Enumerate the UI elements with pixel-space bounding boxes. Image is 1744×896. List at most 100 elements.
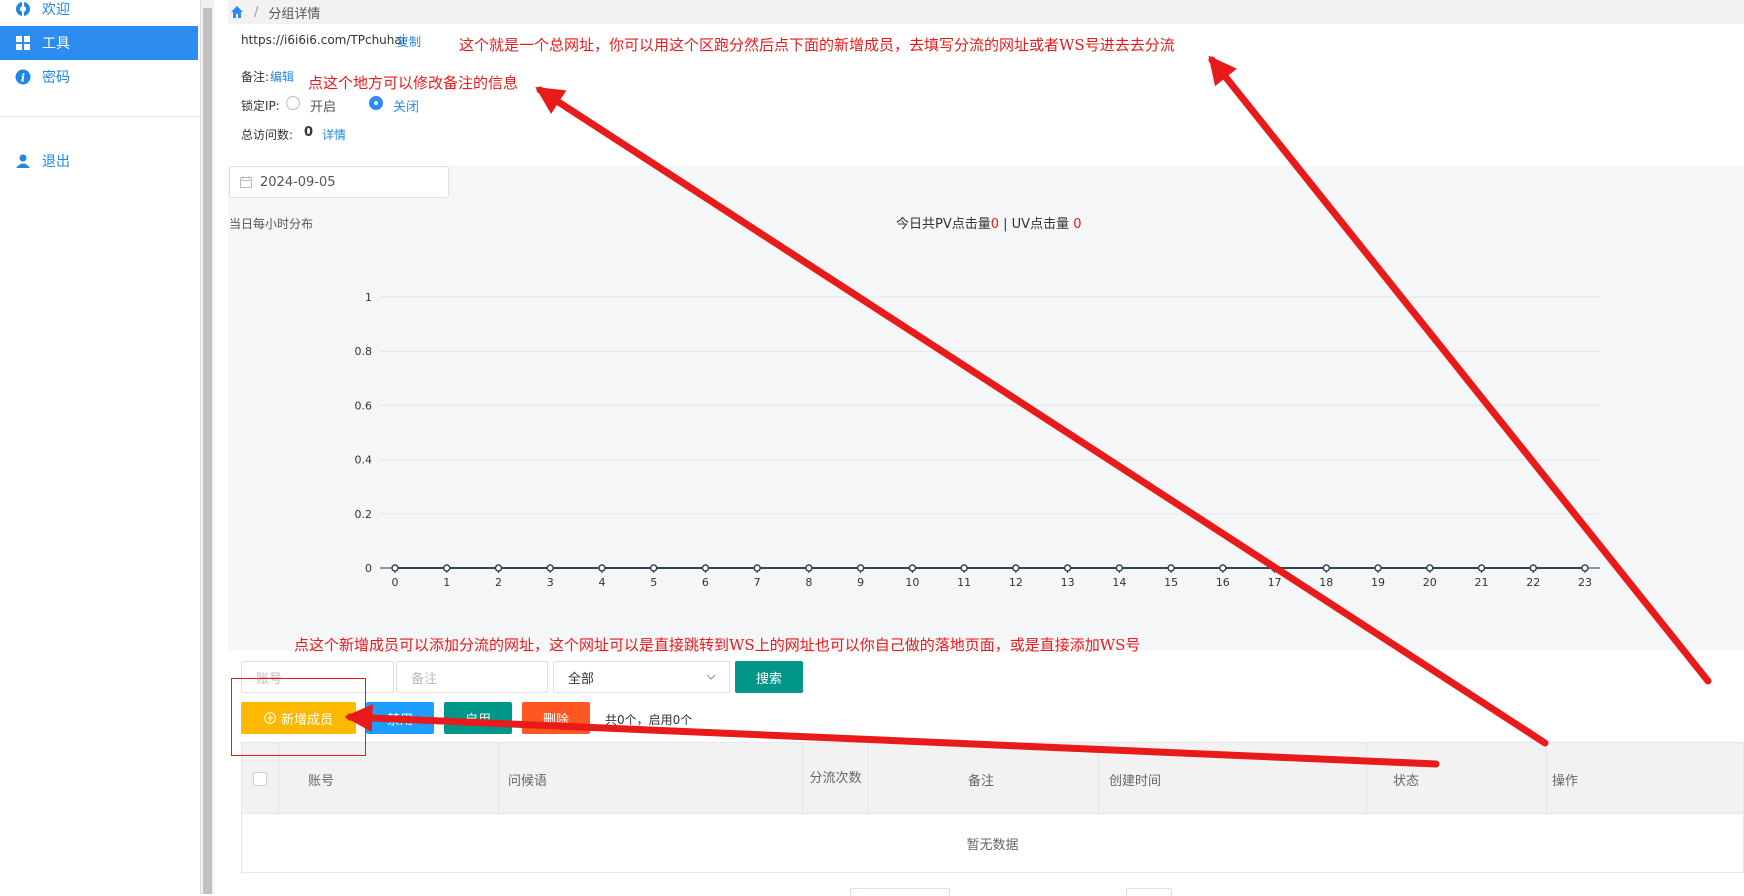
data-point xyxy=(1322,564,1331,572)
x-tick-label: 17 xyxy=(1268,576,1282,589)
data-point xyxy=(960,564,968,572)
empty-text: 暂无数据 xyxy=(966,837,1019,853)
x-tick-label: 22 xyxy=(1526,576,1540,589)
pagination-size-select[interactable] xyxy=(850,888,950,896)
sidebar-item-welcome[interactable]: 欢迎 xyxy=(0,0,198,26)
enable-button[interactable]: 启用 xyxy=(444,702,512,734)
x-tick-label: 12 xyxy=(1009,576,1023,589)
annotation-highlight-box xyxy=(231,678,366,756)
data-point xyxy=(1477,564,1486,572)
data-point xyxy=(908,564,917,572)
scrollbar-thumb[interactable] xyxy=(203,8,212,894)
data-point xyxy=(1374,564,1382,572)
x-tick-label: 3 xyxy=(547,576,554,589)
calendar-icon xyxy=(240,176,252,188)
hourly-line-chart: 00.20.40.60.810 1 2 3 4 5 6 7 8 9 10 11 12 13 14 15 16 17… xyxy=(355,291,1600,589)
y-tick-label: 0.4 xyxy=(355,454,373,467)
y-tick-label: 0 xyxy=(365,562,372,575)
breadcrumb-current: 分组详情 xyxy=(268,6,321,22)
home-icon[interactable] xyxy=(230,5,244,19)
column-header-created-time[interactable]: 创建时间 xyxy=(1109,743,1161,815)
lock-ip-off-radio[interactable] xyxy=(369,96,383,110)
chart-title: 今日共PV点击量0 | UV点击量 0 xyxy=(896,213,1082,232)
welcome-icon xyxy=(14,0,32,18)
lock-ip-label: 锁定IP: xyxy=(241,99,280,113)
data-point xyxy=(649,564,658,572)
data-point xyxy=(1167,564,1175,572)
data-point xyxy=(1270,564,1279,572)
x-tick-label: 2 xyxy=(495,576,502,589)
y-tick-label: 1 xyxy=(365,291,372,304)
total-visits-label: 总访问数: xyxy=(241,128,294,142)
pv-label: 今日共PV点击量 xyxy=(896,217,991,232)
x-tick-label: 0 xyxy=(392,576,399,589)
annotation-add-note: 点这个新增成员可以添加分流的网址，这个网址可以是直接跳转到WS上的网址也可以你自… xyxy=(294,636,1141,654)
remark-edit-link[interactable]: 编辑 xyxy=(270,68,294,85)
info-icon: i xyxy=(14,68,32,86)
column-header-remark[interactable]: 备注 xyxy=(868,743,1094,815)
data-point xyxy=(753,564,761,572)
sidebar: 欢迎 工具 i 密码 退出 xyxy=(0,0,200,894)
y-tick-label: 0.2 xyxy=(355,508,373,521)
lock-ip-on-radio[interactable] xyxy=(286,96,300,110)
x-tick-label: 23 xyxy=(1578,576,1592,589)
lock-ip-on-label[interactable]: 开启 xyxy=(310,96,336,115)
column-header-status[interactable]: 状态 xyxy=(1366,743,1446,815)
chevron-down-icon xyxy=(705,671,717,687)
x-tick-label: 20 xyxy=(1423,576,1437,589)
pagination-jump-input[interactable] xyxy=(1126,888,1172,896)
data-point xyxy=(805,564,813,572)
y-tick-label: 0.6 xyxy=(355,399,373,412)
breadcrumb-separator: / xyxy=(254,4,259,20)
sidebar-item-label: 退出 xyxy=(42,154,70,170)
pv-value: 0 xyxy=(990,217,1000,232)
data-point xyxy=(856,564,865,572)
x-tick-label: 15 xyxy=(1164,576,1178,589)
search-button[interactable]: 搜索 xyxy=(735,661,803,693)
x-tick-label: 21 xyxy=(1475,576,1489,589)
copy-link[interactable]: 复制 xyxy=(397,33,421,50)
total-visits-value: 0 xyxy=(304,125,314,140)
table-header: 账号 问候语 分流次数 备注 创建时间 状态 操作 xyxy=(241,742,1744,815)
data-point xyxy=(546,564,554,572)
select-all-checkbox[interactable] xyxy=(253,772,267,786)
annotation-url-note: 这个就是一个总网址，你可以用这个区跑分然后点下面的新增成员，去填写分流的网址或者… xyxy=(459,36,1175,54)
remark-input[interactable]: 备注 xyxy=(396,661,548,693)
annotation-remark-note: 点这个地方可以修改备注的信息 xyxy=(308,74,519,92)
x-tick-label: 4 xyxy=(598,576,605,589)
data-point xyxy=(1219,564,1227,572)
data-point xyxy=(701,564,710,572)
delete-button[interactable]: 删除 xyxy=(522,702,590,734)
sidebar-item-tools[interactable]: 工具 xyxy=(0,26,198,60)
uv-value: 0 xyxy=(1073,217,1082,232)
chart-left-label: 当日每小时分布 xyxy=(229,217,314,231)
user-icon xyxy=(14,152,32,170)
x-tick-label: 8 xyxy=(805,576,812,589)
x-tick-label: 9 xyxy=(857,576,864,589)
sidebar-item-password[interactable]: i 密码 xyxy=(0,60,198,94)
breadcrumb: / 分组详情 xyxy=(228,0,1744,24)
lock-ip-off-label[interactable]: 关闭 xyxy=(393,96,419,115)
x-tick-label: 14 xyxy=(1112,576,1126,589)
group-url: https://i6i6i6.com/TPchuhai xyxy=(241,33,406,47)
sidebar-item-logout[interactable]: 退出 xyxy=(0,144,198,178)
column-header-greeting[interactable]: 问候语 xyxy=(508,743,547,815)
data-point xyxy=(442,564,451,572)
sidebar-item-label: 欢迎 xyxy=(42,2,70,18)
x-tick-label: 18 xyxy=(1319,576,1333,589)
data-point xyxy=(598,564,606,572)
column-header-split-count[interactable]: 分流次数 xyxy=(808,743,863,815)
disable-button[interactable]: 禁用 xyxy=(366,702,434,734)
uv-label: UV点击量 xyxy=(1011,217,1074,232)
date-value: 2024-09-05 xyxy=(260,174,336,190)
data-point xyxy=(1529,564,1538,572)
data-point xyxy=(1012,564,1020,572)
column-header-actions[interactable]: 操作 xyxy=(1552,743,1578,815)
x-tick-label: 10 xyxy=(905,576,919,589)
member-summary: 共0个，启用0个 xyxy=(605,713,693,727)
remark-label: 备注: xyxy=(241,70,270,84)
status-select[interactable]: 全部 xyxy=(553,661,730,693)
x-tick-label: 7 xyxy=(754,576,761,589)
visits-details-link[interactable]: 详情 xyxy=(322,126,346,143)
date-picker[interactable]: 2024-09-05 xyxy=(229,166,449,198)
